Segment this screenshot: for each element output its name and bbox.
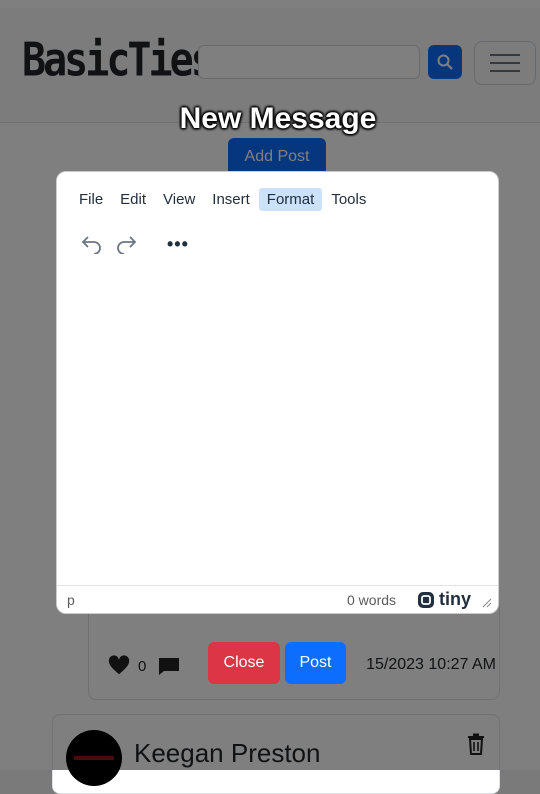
menu-view[interactable]: View bbox=[155, 188, 203, 211]
tiny-logo[interactable]: tiny bbox=[417, 589, 471, 610]
word-count[interactable]: 0 words bbox=[347, 592, 396, 608]
tiny-logo-icon bbox=[418, 591, 434, 608]
menu-file[interactable]: File bbox=[71, 188, 111, 211]
undo-icon bbox=[81, 236, 101, 254]
menu-edit[interactable]: Edit bbox=[112, 188, 154, 211]
element-path[interactable]: p bbox=[67, 592, 75, 608]
post-button[interactable]: Post bbox=[285, 642, 346, 684]
more-icon[interactable]: ••• bbox=[167, 234, 189, 255]
editor-statusbar: p 0 words tiny bbox=[57, 585, 498, 613]
editor-content-area[interactable] bbox=[57, 270, 498, 586]
undo-button[interactable] bbox=[75, 230, 109, 258]
redo-icon bbox=[117, 236, 137, 254]
editor-header: File Edit View Insert Format Tools ••• bbox=[57, 172, 498, 270]
dialog-title: New Message bbox=[179, 102, 377, 135]
menu-format[interactable]: Format bbox=[258, 188, 323, 211]
tiny-brand-text: tiny bbox=[439, 589, 472, 609]
editor-toolbar: ••• bbox=[75, 230, 189, 258]
resize-handle-icon[interactable] bbox=[482, 598, 492, 608]
menu-tools[interactable]: Tools bbox=[323, 188, 374, 211]
close-button[interactable]: Close bbox=[208, 642, 280, 684]
menu-insert[interactable]: Insert bbox=[204, 188, 258, 211]
redo-button[interactable] bbox=[109, 230, 143, 258]
rich-text-editor: File Edit View Insert Format Tools ••• p… bbox=[56, 171, 499, 614]
editor-menubar: File Edit View Insert Format Tools bbox=[71, 188, 375, 211]
